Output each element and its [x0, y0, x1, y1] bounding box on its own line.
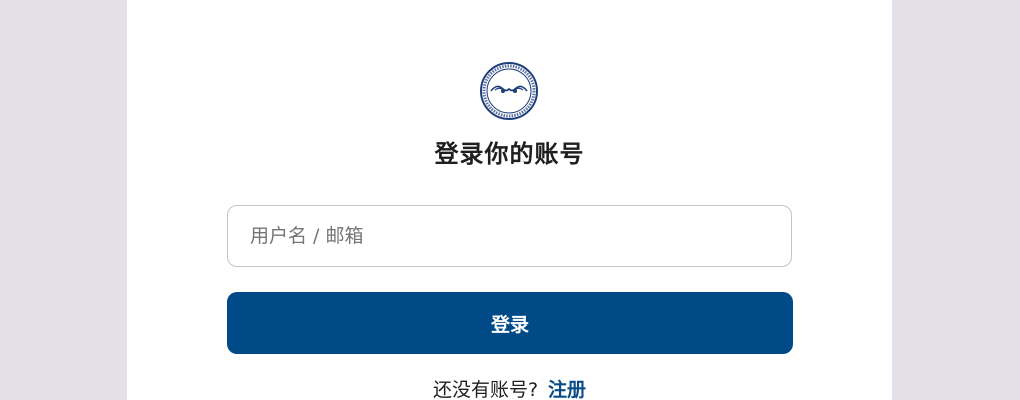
username-email-input[interactable]	[228, 206, 791, 266]
login-page: 登录你的账号 登录 还没有账号? 注册	[0, 0, 1020, 400]
username-email-field[interactable]	[227, 205, 792, 267]
no-account-text: 还没有账号?	[432, 379, 539, 400]
organization-logo	[480, 62, 538, 120]
page-title: 登录你的账号	[434, 140, 585, 168]
login-card: 登录你的账号 登录 还没有账号? 注册	[127, 0, 892, 400]
signup-prompt: 还没有账号? 注册	[127, 376, 892, 400]
login-button[interactable]: 登录	[227, 292, 793, 354]
signup-link[interactable]: 注册	[548, 379, 586, 400]
